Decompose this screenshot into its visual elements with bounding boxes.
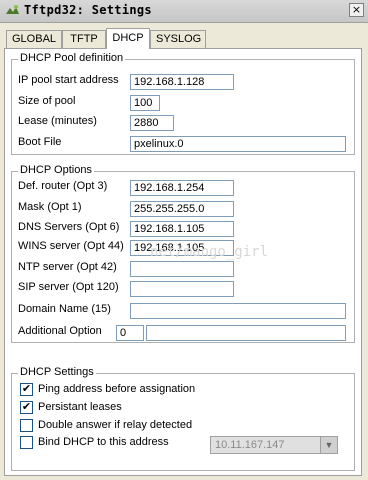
pool-size-label: Size of pool xyxy=(18,95,76,107)
options-group-title: DHCP Options xyxy=(18,164,94,176)
bind-address-label: Bind DHCP to this address xyxy=(38,436,169,448)
chevron-down-icon[interactable]: ▼ xyxy=(320,437,337,453)
ping-checkbox[interactable]: ✔ xyxy=(20,383,33,396)
tab-global[interactable]: GLOBAL xyxy=(6,30,62,48)
pool-group-title: DHCP Pool definition xyxy=(18,52,126,64)
tab-syslog[interactable]: SYSLOG xyxy=(150,30,206,48)
settings-group: DHCP Settings ✔ Ping address before assi… xyxy=(11,366,355,471)
domain-field[interactable] xyxy=(130,303,346,319)
mask-label: Mask (Opt 1) xyxy=(18,201,82,213)
router-label: Def. router (Opt 3) xyxy=(18,180,108,192)
tab-dhcp[interactable]: DHCP xyxy=(106,28,150,49)
title-bar: Tftpd32: Settings × xyxy=(0,0,368,23)
close-button[interactable]: × xyxy=(349,3,364,17)
boot-file-field[interactable]: pxelinux.0 xyxy=(130,136,346,152)
domain-label: Domain Name (15) xyxy=(18,303,111,315)
wins-label: WINS server (Opt 44) xyxy=(18,240,124,252)
ping-label: Ping address before assignation xyxy=(38,383,196,395)
settings-group-title: DHCP Settings xyxy=(18,366,96,378)
sip-label: SIP server (Opt 120) xyxy=(18,281,119,293)
double-answer-checkbox[interactable] xyxy=(20,419,33,432)
dns-field[interactable]: 192.168.1.105 xyxy=(130,221,234,237)
bind-address-value: 10.11.167.147 xyxy=(215,439,285,451)
tab-tftp[interactable]: TFTP xyxy=(62,30,106,48)
additional-option-label: Additional Option xyxy=(18,325,102,337)
router-field[interactable]: 192.168.1.254 xyxy=(130,180,234,196)
dns-label: DNS Servers (Opt 6) xyxy=(18,221,120,233)
window-title: Tftpd32: Settings xyxy=(24,3,152,17)
ntp-label: NTP server (Opt 42) xyxy=(18,261,117,273)
lease-field[interactable]: 2880 xyxy=(130,115,174,131)
pool-start-field[interactable]: 192.168.1.128 xyxy=(130,74,234,90)
dhcp-panel: DHCP Pool definition IP pool start addre… xyxy=(4,48,362,476)
persistant-leases-label: Persistant leases xyxy=(38,401,122,413)
double-answer-label: Double answer if relay detected xyxy=(38,419,193,431)
watermark: net/mango_girl xyxy=(150,244,269,260)
additional-option-field[interactable] xyxy=(146,325,346,341)
ntp-field[interactable] xyxy=(130,261,234,277)
bind-address-checkbox[interactable] xyxy=(20,436,33,449)
boot-file-label: Boot File xyxy=(18,136,62,148)
lease-label: Lease (minutes) xyxy=(18,115,97,127)
persistant-leases-checkbox[interactable]: ✔ xyxy=(20,401,33,414)
bind-address-combo[interactable]: 10.11.167.147 ▼ xyxy=(210,436,338,454)
pool-start-label: IP pool start address xyxy=(18,74,119,86)
additional-option-number[interactable]: 0 xyxy=(116,325,144,341)
mask-field[interactable]: 255.255.255.0 xyxy=(130,201,234,217)
app-icon xyxy=(6,5,19,14)
pool-group: DHCP Pool definition IP pool start addre… xyxy=(11,52,355,155)
pool-size-field[interactable]: 100 xyxy=(130,95,160,111)
sip-field[interactable] xyxy=(130,281,234,297)
